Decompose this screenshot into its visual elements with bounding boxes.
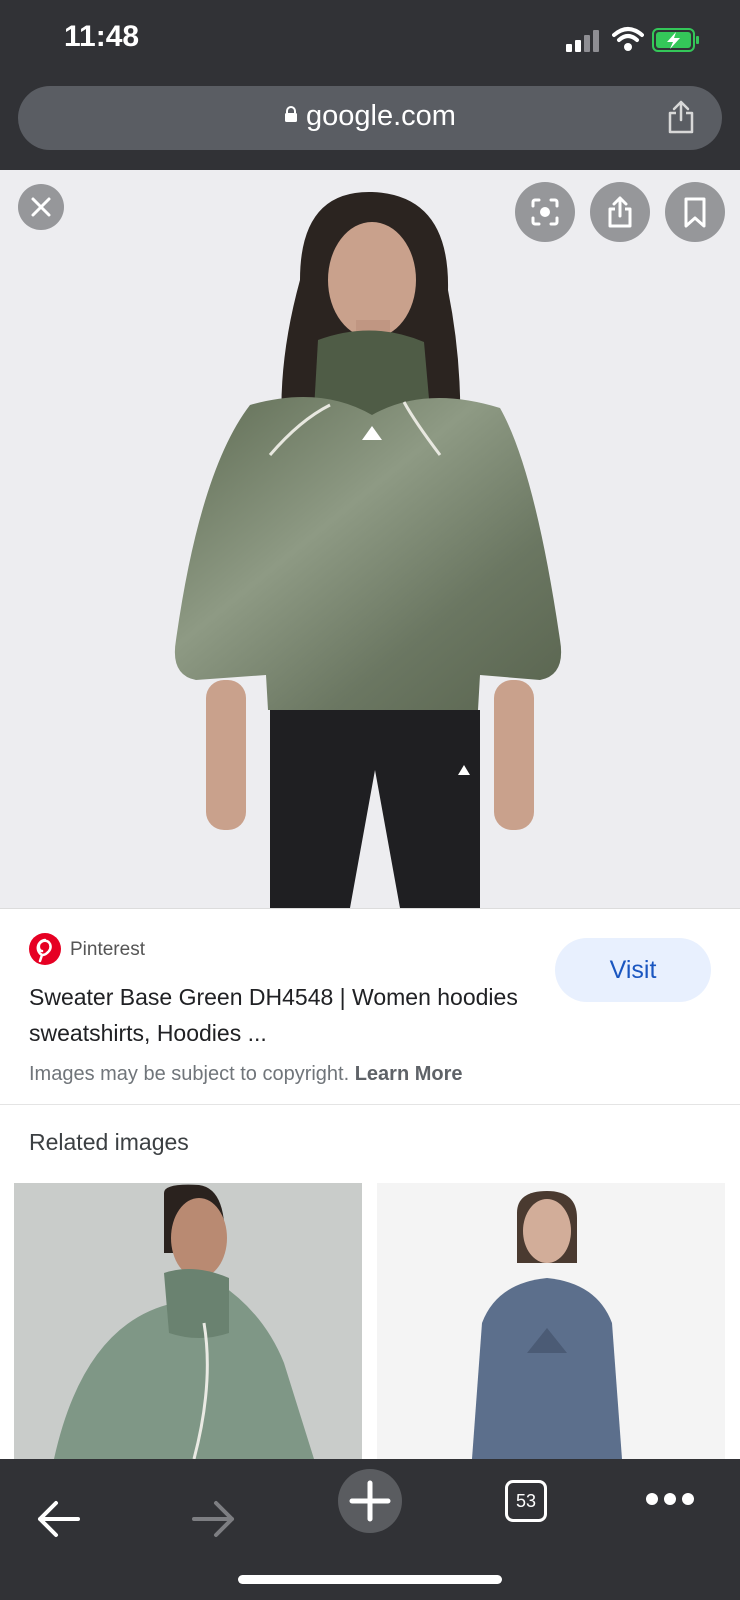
signal-icon <box>566 30 602 52</box>
browser-top-bar: 11:48 google.com <box>0 0 740 170</box>
plus-icon <box>349 1480 391 1522</box>
close-button[interactable] <box>18 184 64 230</box>
home-indicator[interactable] <box>238 1575 502 1584</box>
lock-icon <box>285 106 298 123</box>
share-icon[interactable] <box>666 100 696 134</box>
bookmark-button[interactable] <box>665 182 725 242</box>
status-time: 11:48 <box>64 20 140 53</box>
copyright-text: Images may be subject to copyright. <box>29 1063 350 1085</box>
result-title[interactable]: Sweater Base Green DH4548 | Women hoodie… <box>29 979 519 1051</box>
visit-button[interactable]: Visit <box>555 938 711 1002</box>
pinterest-logo-icon <box>29 933 61 965</box>
lens-icon <box>531 198 559 226</box>
divider <box>0 1104 740 1105</box>
copyright-notice: Images may be subject to copyright. Lear… <box>29 1063 463 1086</box>
url-text: google.com <box>306 100 456 132</box>
source-name[interactable]: Pinterest <box>70 939 145 961</box>
more-icon[interactable] <box>644 1491 696 1507</box>
share-icon <box>608 196 632 228</box>
related-images-heading: Related images <box>29 1129 189 1155</box>
lens-button[interactable] <box>515 182 575 242</box>
share-image-button[interactable] <box>590 182 650 242</box>
related-image-2[interactable] <box>377 1183 725 1459</box>
forward-arrow-icon[interactable] <box>190 1497 238 1541</box>
url-display[interactable]: google.com <box>18 100 722 133</box>
image-preview[interactable] <box>0 170 740 908</box>
address-bar[interactable]: google.com <box>18 86 722 150</box>
back-arrow-icon[interactable] <box>34 1497 82 1541</box>
wifi-icon <box>612 27 644 51</box>
new-tab-button[interactable] <box>338 1469 402 1533</box>
result-info-panel: Pinterest Sweater Base Green DH4548 | Wo… <box>0 908 740 1105</box>
product-photo <box>174 191 562 908</box>
battery-charging-icon <box>652 28 699 52</box>
tabs-button[interactable]: 53 <box>505 1480 547 1522</box>
tab-count: 53 <box>515 1491 537 1511</box>
bookmark-icon <box>684 197 706 228</box>
close-icon <box>31 197 51 217</box>
related-image-1[interactable] <box>14 1183 362 1459</box>
learn-more-link[interactable]: Learn More <box>355 1063 463 1085</box>
